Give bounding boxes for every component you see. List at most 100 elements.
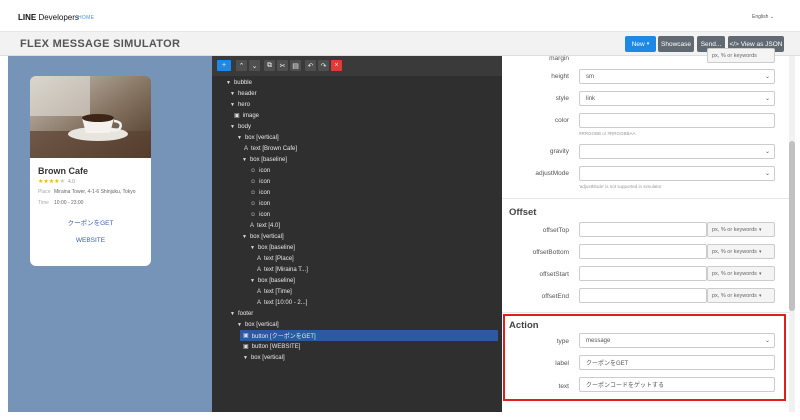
tree-node-box[interactable]: ▼ box [vertical]	[242, 231, 284, 242]
tree-node-label: box [vertical]	[244, 321, 279, 328]
caret-down-icon: ▼	[237, 321, 242, 328]
tree-node-footer[interactable]: ▼ footer	[230, 308, 253, 319]
cafe-title: Brown Cafe	[38, 166, 89, 176]
brand-logo[interactable]: LINE Developers	[18, 13, 79, 22]
tree-node-icon[interactable]: ☺ icon	[250, 165, 270, 176]
new-button[interactable]: New ▾	[625, 36, 656, 52]
tree-node-button-selected[interactable]: ▣ button [クーポンをGET]	[240, 330, 498, 341]
tree-node-icon[interactable]: ☺ icon	[250, 209, 270, 220]
offset-start-unit-dropdown[interactable]: px, % or keywords ▾	[707, 266, 775, 281]
chevron-down-icon: ⌄	[764, 149, 770, 155]
offset-bottom-unit-dropdown[interactable]: px, % or keywords ▾	[707, 244, 775, 259]
offset-top-input[interactable]	[579, 222, 707, 237]
offset-start-input[interactable]	[579, 266, 707, 281]
tree-node-box[interactable]: ▼ box [baseline]	[250, 275, 295, 286]
tree-node-label: hero	[237, 101, 250, 108]
delete-button[interactable]: ×	[331, 60, 342, 71]
tree-node-label: button [クーポンをGET]	[251, 334, 316, 340]
tree-node-hero[interactable]: ▼ hero	[230, 99, 250, 110]
offset-start-label: offsetStart	[539, 271, 569, 278]
tree-node-text[interactable]: Atext [Place]	[257, 253, 294, 264]
unit-label: px, % or keywords	[712, 226, 757, 233]
text-icon: A	[257, 299, 262, 306]
tree-node-text[interactable]: Atext [Miraina T...]	[257, 264, 308, 275]
gravity-select[interactable]: ⌄	[579, 144, 775, 159]
move-down-button[interactable]: ⌄	[249, 60, 260, 71]
tree-node-box[interactable]: ▼ box [baseline]	[250, 242, 295, 253]
caret-down-icon: ▼	[237, 134, 242, 141]
tree-node-button[interactable]: ▣ button [WEBSITE]	[243, 341, 300, 352]
website-button[interactable]: WEBSITE	[38, 237, 143, 244]
style-select[interactable]: link ⌄	[579, 91, 775, 106]
offset-end-label: offsetEnd	[541, 293, 569, 300]
brand-bold: LINE	[18, 13, 37, 22]
undo-icon: ↶	[307, 62, 314, 70]
style-label: style	[555, 95, 569, 102]
undo-button[interactable]: ↶	[305, 60, 316, 71]
chevron-down-icon: ⌄	[764, 96, 770, 102]
tree-node-icon[interactable]: ☺ icon	[250, 176, 270, 187]
tree-node-box[interactable]: ▼ box [vertical]	[243, 352, 285, 363]
icon-icon: ☺	[250, 200, 257, 207]
tree-node-text[interactable]: Atext [Brown Cafe]	[244, 143, 297, 154]
cut-button[interactable]: ✂	[277, 60, 288, 71]
color-label: color	[554, 117, 569, 124]
coupon-button[interactable]: クーポンをGET	[38, 217, 143, 227]
tree-node-box[interactable]: ▼ box [baseline]	[242, 154, 287, 165]
margin-unit-dropdown[interactable]: px, % or keywords	[707, 48, 775, 63]
showcase-button[interactable]: Showcase	[658, 36, 694, 52]
tree-node-icon[interactable]: ☺ icon	[250, 187, 270, 198]
move-up-button[interactable]: ⌃	[236, 60, 247, 71]
tree-node-bubble[interactable]: ▼ bubble	[226, 77, 252, 88]
scrollbar-thumb[interactable]	[789, 141, 795, 311]
info-value: 10:00 - 23:00	[54, 200, 84, 206]
tree-node-text[interactable]: Atext [10:00 - 2...]	[257, 297, 307, 308]
chevron-down-icon: ⌄	[764, 171, 770, 177]
icon-icon: ☺	[250, 178, 257, 185]
offset-end-unit-dropdown[interactable]: px, % or keywords ▾	[707, 288, 775, 303]
tree-node-label: box [vertical]	[249, 233, 284, 240]
tree-node-label: text [10:00 - 2...]	[264, 299, 308, 306]
tree-node-label: box [baseline]	[257, 244, 295, 251]
offset-bottom-input[interactable]	[579, 244, 707, 259]
tree-node-label: icon	[259, 167, 271, 174]
action-highlight-box	[503, 314, 786, 401]
language-selector[interactable]: English ⌄	[752, 14, 774, 20]
tree-node-label: box [vertical]	[244, 134, 279, 141]
color-input[interactable]	[579, 113, 775, 128]
color-hint: #RRGGBB or #RRGGBBAA	[579, 131, 636, 136]
copy-icon: ⧉	[267, 61, 272, 69]
adjust-mode-label: adjustMode	[535, 170, 569, 177]
paste-button[interactable]: ▤	[290, 60, 301, 71]
tree-node-icon[interactable]: ☺ icon	[250, 198, 270, 209]
copy-button[interactable]: ⧉	[264, 60, 275, 71]
offset-top-unit-dropdown[interactable]: px, % or keywords ▾	[707, 222, 775, 237]
top-bar: LINE Developers HOME English ⌄	[0, 0, 800, 32]
adjust-mode-hint: 'adjustMode' is not supported in simulat…	[579, 184, 662, 189]
page-title: FLEX MESSAGE SIMULATOR	[20, 38, 181, 50]
style-value: link	[586, 95, 596, 102]
redo-button[interactable]: ↷	[318, 60, 329, 71]
tree-node-text[interactable]: Atext [4.0]	[250, 220, 280, 231]
caret-down-icon: ▼	[230, 123, 235, 130]
adjust-mode-select[interactable]: ⌄	[579, 166, 775, 181]
tree-node-text[interactable]: Atext [Time]	[257, 286, 292, 297]
properties-scrollbar[interactable]	[789, 56, 795, 412]
tree-node-box[interactable]: ▼ box [vertical]	[237, 132, 279, 143]
tree-node-box[interactable]: ▼ box [vertical]	[237, 319, 279, 330]
preview-panel: Brown Cafe ★ ★ ★ ★ ★ 4.0 Place Miraina T…	[8, 56, 212, 412]
add-component-button[interactable]: +	[217, 60, 231, 71]
tree-node-header[interactable]: ▼ header	[230, 88, 257, 99]
info-row-time: Time 10:00 - 23:00	[38, 200, 143, 207]
tree-node-label: text [Brown Cafe]	[251, 145, 298, 152]
tree-node-body[interactable]: ▼ body	[230, 121, 251, 132]
caret-down-icon: ▼	[230, 90, 235, 97]
tree-node-image[interactable]: ▣ image	[234, 110, 259, 121]
caret-down-icon: ▼	[230, 310, 235, 317]
info-row-place: Place Miraina Tower, 4-1-6 Shinjuku, Tok…	[38, 189, 143, 196]
home-link[interactable]: HOME	[78, 15, 94, 21]
new-label: New	[631, 40, 645, 48]
offset-end-input[interactable]	[579, 288, 707, 303]
height-select[interactable]: sm ⌄	[579, 69, 775, 84]
section-divider	[502, 198, 789, 199]
